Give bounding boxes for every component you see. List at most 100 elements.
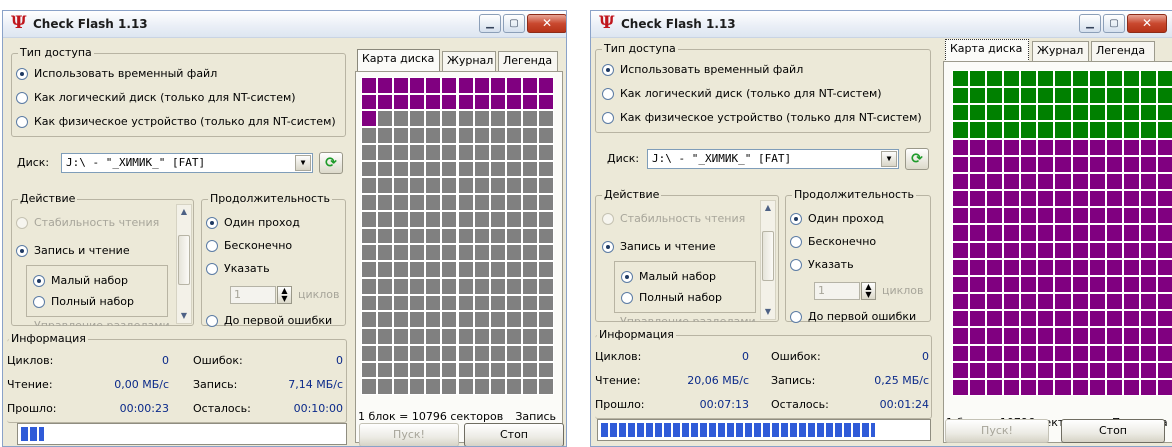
tab-disk-map[interactable]: Карта диска — [357, 49, 440, 72]
disk-select[interactable]: J:\ - "_ХИМИК_" [FAT] ▼ — [61, 153, 313, 173]
disk-block-written — [1055, 294, 1071, 310]
infinite-label[interactable]: Бесконечно — [224, 239, 292, 252]
specify-radio[interactable] — [790, 259, 802, 271]
title-bar[interactable]: Ψ Check Flash 1.13 ▁ ▢ ✕ — [591, 11, 1172, 38]
partition-management-label[interactable]: Управление разделами — [34, 320, 170, 326]
access-logical-disk-label[interactable]: Как логический диск (только для NT-систе… — [34, 91, 296, 104]
access-physical-device-radio[interactable] — [16, 116, 28, 128]
access-logical-disk-label[interactable]: Как логический диск (только для NT-систе… — [620, 87, 882, 100]
write-read-radio[interactable] — [602, 241, 614, 253]
title-bar[interactable]: Ψ Check Flash 1.13 ▁ ▢ ✕ — [3, 11, 566, 38]
close-icon[interactable]: ✕ — [527, 14, 566, 33]
disk-block-written — [1004, 311, 1020, 327]
read-stability-radio[interactable] — [602, 213, 614, 225]
cycles-spin-input[interactable]: 1 — [814, 282, 860, 300]
disk-select[interactable]: J:\ - "_ХИМИК_" [FAT] ▼ — [647, 149, 899, 169]
disk-block-written — [1004, 362, 1020, 378]
read-stability-radio[interactable] — [16, 217, 28, 229]
partition-management-label[interactable]: Управление разделами — [620, 316, 756, 322]
stop-button[interactable]: Стоп — [1061, 419, 1165, 443]
disk-block-written — [1004, 225, 1020, 241]
small-set-radio[interactable] — [33, 275, 45, 287]
disk-block-verified — [1038, 88, 1054, 104]
access-physical-device-radio[interactable] — [602, 112, 614, 124]
tab-disk-map[interactable]: Карта диска — [945, 39, 1029, 62]
one-pass-radio[interactable] — [790, 213, 802, 225]
until-first-error-label[interactable]: До первой ошибки — [224, 314, 332, 327]
until-first-error-radio[interactable] — [790, 311, 802, 323]
small-set-label[interactable]: Малый набор — [51, 274, 128, 287]
write-read-label[interactable]: Запись и чтение — [620, 240, 716, 253]
scroll-thumb[interactable] — [178, 235, 190, 285]
scroll-thumb[interactable] — [762, 231, 774, 281]
disk-block-pending — [538, 144, 553, 160]
access-temp-file-radio[interactable] — [602, 64, 614, 76]
cycles-spin-input[interactable]: 1 — [230, 286, 276, 304]
access-physical-device-label[interactable]: Как физическое устройство (только для NT… — [620, 111, 922, 124]
access-logical-disk-radio[interactable] — [16, 92, 28, 104]
specify-label[interactable]: Указать — [808, 258, 854, 271]
action-scrollbar[interactable]: ▲ ▼ — [760, 200, 776, 320]
tab-legend[interactable]: Легенда — [498, 51, 558, 71]
window-title: Check Flash 1.13 — [33, 17, 148, 31]
access-temp-file-label[interactable]: Использовать временный файл — [620, 63, 803, 76]
write-read-radio[interactable] — [16, 245, 28, 257]
refresh-icon[interactable]: ⟳ — [319, 152, 343, 174]
disk-block-verified — [1004, 122, 1020, 138]
disk-select-value: J:\ - "_ХИМИК_" [FAT] — [66, 156, 206, 169]
start-button[interactable]: Пуск! — [945, 419, 1049, 443]
scroll-up-icon[interactable]: ▲ — [177, 205, 191, 219]
access-physical-device-label[interactable]: Как физическое устройство (только для NT… — [34, 115, 336, 128]
full-set-label[interactable]: Полный набор — [639, 291, 722, 304]
disk-block-written — [458, 78, 473, 93]
specify-label[interactable]: Указать — [224, 262, 270, 275]
specify-radio[interactable] — [206, 263, 218, 275]
remaining-label: Осталось: — [771, 398, 829, 411]
one-pass-radio[interactable] — [206, 217, 218, 229]
spin-updown-icon[interactable]: ▲ ▼ — [277, 286, 292, 304]
access-temp-file-radio[interactable] — [16, 68, 28, 80]
tab-log[interactable]: Журнал — [1032, 41, 1089, 61]
read-stability-label[interactable]: Стабильность чтения — [34, 216, 159, 229]
until-first-error-radio[interactable] — [206, 315, 218, 327]
spin-updown-icon[interactable]: ▲ ▼ — [861, 282, 876, 300]
close-icon[interactable]: ✕ — [1127, 14, 1167, 33]
minimize-icon[interactable]: ▁ — [1079, 14, 1101, 33]
infinite-label[interactable]: Бесконечно — [808, 235, 876, 248]
disk-block-written — [1055, 259, 1071, 275]
full-set-radio[interactable] — [621, 292, 633, 304]
access-logical-disk-radio[interactable] — [602, 88, 614, 100]
infinite-radio[interactable] — [790, 236, 802, 248]
scroll-up-icon[interactable]: ▲ — [761, 201, 775, 215]
disk-block-pending — [490, 111, 505, 127]
tab-legend[interactable]: Легенда — [1091, 41, 1155, 61]
action-scrollbar[interactable]: ▲ ▼ — [176, 204, 192, 324]
full-set-label[interactable]: Полный набор — [51, 295, 134, 308]
small-set-label[interactable]: Малый набор — [639, 270, 716, 283]
minimize-icon[interactable]: ▁ — [479, 14, 501, 33]
one-pass-label[interactable]: Один проход — [224, 216, 300, 229]
write-read-label[interactable]: Запись и чтение — [34, 244, 130, 257]
small-set-radio[interactable] — [621, 271, 633, 283]
dropdown-arrow-icon[interactable]: ▼ — [295, 155, 311, 171]
full-set-radio[interactable] — [33, 296, 45, 308]
disk-block-written — [970, 311, 986, 327]
maximize-icon[interactable]: ▢ — [503, 14, 525, 33]
disk-block-pending — [538, 345, 553, 361]
tab-log[interactable]: Журнал — [442, 51, 496, 71]
dropdown-arrow-icon[interactable]: ▼ — [881, 151, 897, 167]
scroll-down-icon[interactable]: ▼ — [177, 309, 191, 323]
maximize-icon[interactable]: ▢ — [1103, 14, 1125, 33]
infinite-radio[interactable] — [206, 240, 218, 252]
stop-button[interactable]: Стоп — [464, 423, 564, 446]
disk-block-written — [953, 259, 969, 275]
start-button[interactable]: Пуск! — [359, 423, 459, 446]
refresh-icon[interactable]: ⟳ — [905, 148, 929, 170]
access-temp-file-label[interactable]: Использовать временный файл — [34, 67, 217, 80]
disk-block-written — [1157, 208, 1172, 224]
one-pass-label[interactable]: Один проход — [808, 212, 884, 225]
disk-block-written — [378, 78, 393, 93]
scroll-down-icon[interactable]: ▼ — [761, 305, 775, 319]
read-stability-label[interactable]: Стабильность чтения — [620, 212, 745, 225]
until-first-error-label[interactable]: До первой ошибки — [808, 310, 916, 323]
